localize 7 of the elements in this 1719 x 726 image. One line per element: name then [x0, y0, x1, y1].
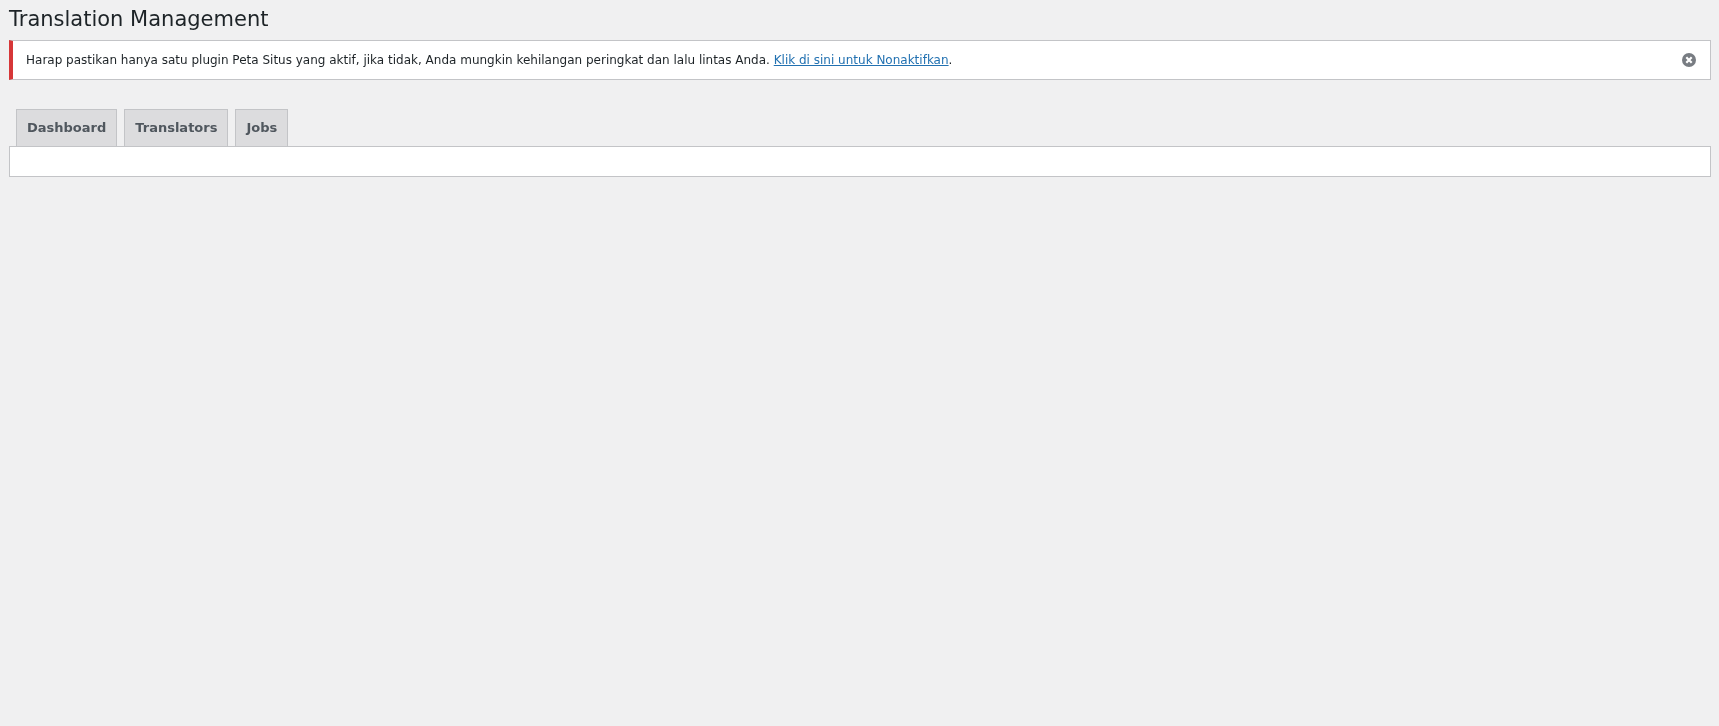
close-icon[interactable]	[1682, 53, 1696, 67]
notice-text: Harap pastikan hanya satu plugin Peta Situs yang aktif, jika tidak, Anda mungkin kehilangan peringkat dan lalu lintas Anda. Klik di sini untuk Nonaktifkan.	[26, 53, 954, 67]
tab[interactable]: Translators	[124, 109, 229, 146]
tab[interactable]: Dashboard	[16, 109, 118, 146]
page-title: Translation Management	[8, 6, 270, 33]
deactivate-link[interactable]: Klik di sini untuk Nonaktifkan	[773, 53, 949, 67]
tab[interactable]: Jobs	[235, 109, 289, 146]
